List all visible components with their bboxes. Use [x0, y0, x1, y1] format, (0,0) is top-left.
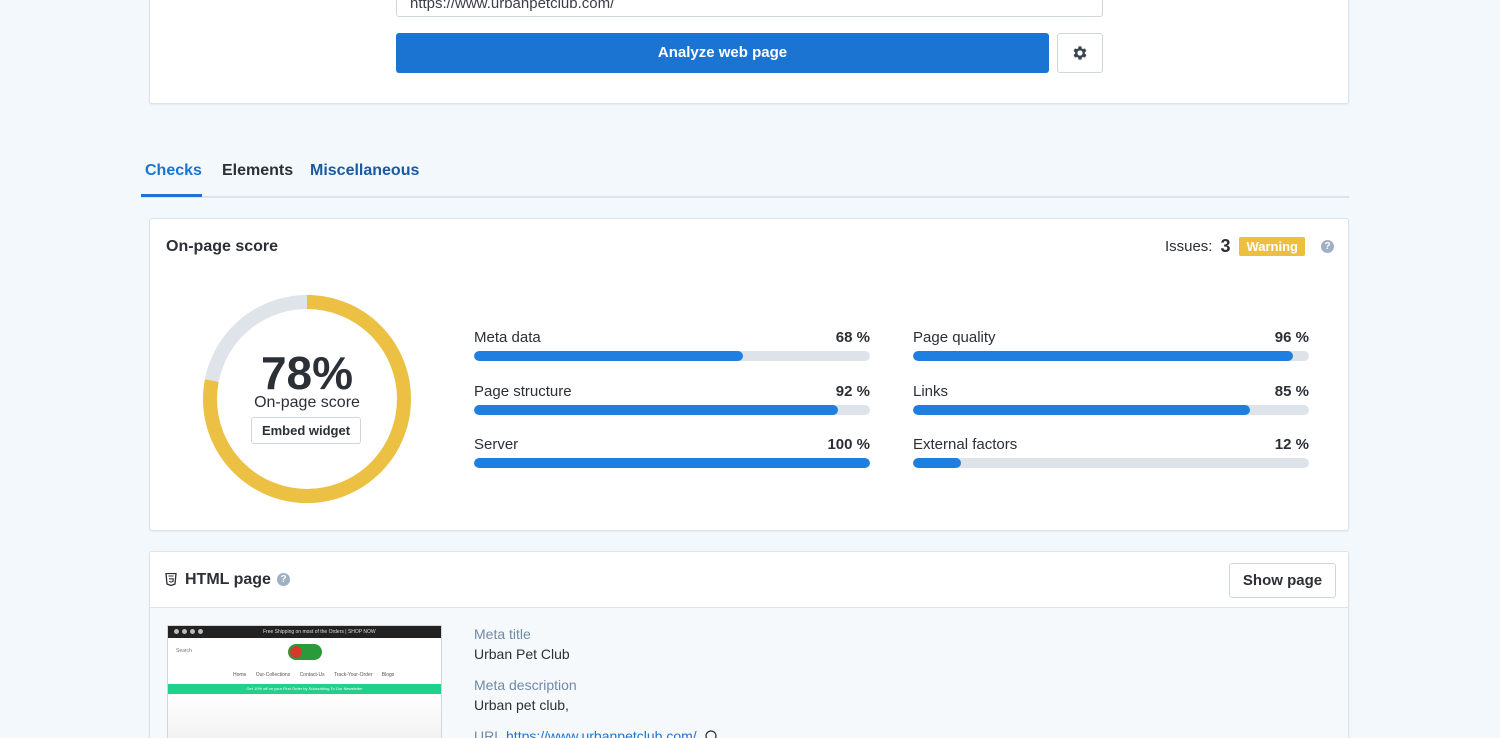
metric-name: Meta data — [474, 329, 541, 346]
metric-name: Page structure — [474, 383, 572, 400]
metric-progress-fill — [913, 458, 961, 468]
metric-page-structure: Page structure 92 % — [474, 383, 870, 417]
url-line: URL https://www.urbanpetclub.com/ — [474, 728, 717, 738]
score-center: 78% On-page score Embed widget — [199, 291, 415, 507]
metric-value: 100 % — [827, 436, 870, 453]
meta-title-value: Urban Pet Club — [474, 646, 570, 662]
thumbnail-topbar: Free Shipping on most of the Orders | SH… — [168, 626, 441, 638]
score-value: 78% — [260, 347, 354, 399]
thumbnail-nav: Home Our-Collections Contact-Us Track-Yo… — [233, 672, 395, 678]
meta-title-label: Meta title — [474, 626, 531, 642]
metric-progress-fill — [474, 458, 870, 468]
metric-name: Server — [474, 436, 519, 453]
issues-count: 3 — [1220, 236, 1231, 256]
tab-bar: Checks Elements Miscellaneous — [141, 152, 1349, 198]
on-page-score-card: On-page score Issues: 3 Warning ? 78% On… — [149, 218, 1349, 531]
metric-server: Server 100 % — [474, 436, 870, 470]
html-page-body: Free Shipping on most of the Orders | SH… — [150, 608, 1348, 738]
card-title: On-page score — [166, 238, 279, 255]
thumbnail-search: Search — [176, 648, 192, 654]
gear-icon — [1073, 46, 1087, 60]
metric-value: 92 % — [835, 383, 870, 400]
thumbnail-hero — [168, 694, 441, 738]
url-input[interactable] — [396, 0, 1103, 17]
metric-progress-track — [913, 351, 1309, 361]
question-circle-icon[interactable]: ? — [277, 573, 290, 586]
metric-progress-track — [474, 458, 870, 468]
metric-name: Page quality — [913, 329, 996, 346]
embed-widget-button[interactable]: Embed widget — [251, 417, 361, 444]
metric-external-factors: External factors 12 % — [913, 436, 1309, 470]
metric-progress-fill — [474, 351, 744, 361]
settings-button[interactable] — [1057, 33, 1103, 73]
meta-description-value: Urban pet club, — [474, 697, 569, 713]
warning-badge: Warning — [1239, 237, 1305, 256]
question-circle-icon[interactable]: ? — [1321, 240, 1334, 253]
score-label: On-page score — [254, 394, 360, 411]
url-link[interactable]: https://www.urbanpetclub.com/ — [506, 728, 697, 738]
thumbnail-topbar-text: Free Shipping on most of the Orders | SH… — [263, 629, 376, 635]
issues-summary: Issues: 3 Warning — [1165, 236, 1305, 257]
metric-name: Links — [913, 383, 949, 400]
metric-progress-fill — [913, 405, 1250, 415]
thumbnail-banner: Get 10% off on your First Order by Subsc… — [168, 684, 441, 694]
analyze-button[interactable]: Analyze web page — [396, 33, 1049, 73]
metric-page-quality: Page quality 96 % — [913, 329, 1309, 363]
html-page-header: HTML page ? Show page — [150, 552, 1348, 608]
show-page-button[interactable]: Show page — [1229, 563, 1336, 598]
page-thumbnail[interactable]: Free Shipping on most of the Orders | SH… — [167, 625, 442, 738]
html-page-card: HTML page ? Show page Free Shipping on m… — [149, 551, 1349, 738]
thumbnail-logo — [288, 644, 322, 660]
external-link-icon[interactable] — [704, 730, 717, 738]
html5-shield-icon — [165, 573, 177, 586]
metric-value: 68 % — [835, 329, 870, 346]
active-tab-indicator — [141, 194, 202, 197]
metric-meta-data: Meta data 68 % — [474, 329, 870, 363]
html-page-title: HTML page — [185, 571, 271, 588]
metric-progress-track — [913, 405, 1309, 415]
meta-description-label: Meta description — [474, 677, 577, 693]
tab-elements[interactable]: Elements — [222, 162, 293, 180]
metric-value: 96 % — [1274, 329, 1309, 346]
tab-miscellaneous[interactable]: Miscellaneous — [310, 162, 419, 180]
social-icons — [174, 629, 203, 634]
analyze-card: Analyze web page — [149, 0, 1349, 104]
metric-value: 85 % — [1274, 383, 1309, 400]
tab-checks[interactable]: Checks — [145, 162, 202, 180]
metric-progress-track — [474, 405, 870, 415]
metric-progress-track — [474, 351, 870, 361]
metric-progress-fill — [474, 405, 839, 415]
url-label: URL — [474, 728, 503, 738]
metric-value: 12 % — [1274, 436, 1309, 453]
issues-label: Issues: — [1164, 238, 1213, 255]
metric-progress-track — [913, 458, 1309, 468]
metric-name: External factors — [913, 436, 1018, 453]
metric-links: Links 85 % — [913, 383, 1309, 417]
metric-progress-fill — [913, 351, 1294, 361]
